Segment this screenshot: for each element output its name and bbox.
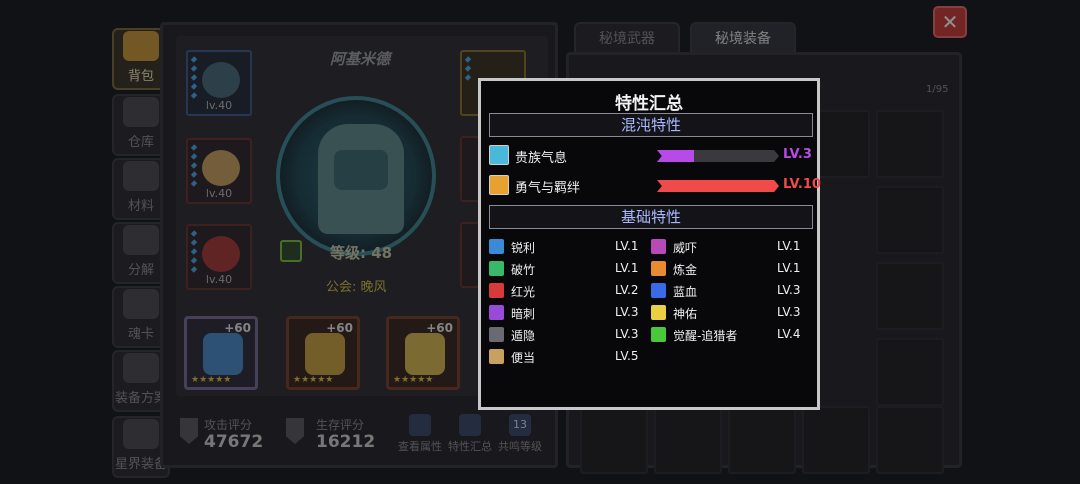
trait-name: 破竹 bbox=[511, 263, 536, 277]
trait-icon bbox=[489, 305, 504, 320]
trait-name: 锐利 bbox=[511, 241, 536, 255]
trait-level: LV.4 bbox=[777, 327, 801, 341]
trait-icon bbox=[651, 239, 666, 254]
trait-level: LV.3 bbox=[615, 305, 639, 319]
basic-trait-row[interactable]: 遁隐 LV.3 bbox=[489, 325, 649, 345]
basic-trait-row[interactable]: 觉醒-追猎者 LV.4 bbox=[651, 325, 811, 345]
trait-name: 暗刺 bbox=[511, 307, 536, 321]
trait-icon bbox=[489, 239, 504, 254]
basic-trait-row[interactable]: 红光 LV.2 bbox=[489, 281, 649, 301]
trait-level: LV.10 bbox=[783, 177, 821, 192]
trait-name: 红光 bbox=[511, 285, 536, 299]
trait-icon bbox=[489, 349, 504, 364]
trait-name: 贵族气息 bbox=[515, 151, 568, 166]
basic-trait-row[interactable]: 神佑 LV.3 bbox=[651, 303, 811, 323]
trait-summary-popup: 特性汇总 混沌特性 贵族气息 LV.3 勇气与羁绊 LV.10 基础特性 锐利 LV.1… bbox=[478, 78, 821, 410]
chaos-traits-header: 混沌特性 bbox=[489, 113, 813, 137]
popup-title: 特性汇总 bbox=[615, 94, 683, 114]
chaos-trait-row[interactable]: 勇气与羁绊 LV.10 bbox=[489, 174, 821, 198]
trait-level: LV.1 bbox=[615, 261, 639, 275]
trait-name: 勇气与羁绊 bbox=[515, 181, 581, 196]
basic-trait-row[interactable]: 破竹 LV.1 bbox=[489, 259, 649, 279]
basic-trait-row[interactable]: 便当 LV.5 bbox=[489, 347, 649, 367]
trait-icon bbox=[489, 175, 509, 195]
trait-level: LV.1 bbox=[777, 239, 801, 253]
trait-level: LV.1 bbox=[615, 239, 639, 253]
trait-icon bbox=[651, 305, 666, 320]
trait-level: LV.3 bbox=[783, 147, 812, 162]
trait-name: 便当 bbox=[511, 351, 536, 365]
basic-trait-row[interactable]: 锐利 LV.1 bbox=[489, 237, 649, 257]
trait-icon bbox=[651, 283, 666, 298]
trait-progress-bar bbox=[657, 180, 779, 192]
trait-icon bbox=[651, 327, 666, 342]
trait-progress-bar bbox=[657, 150, 779, 162]
basic-trait-row[interactable]: 暗刺 LV.3 bbox=[489, 303, 649, 323]
trait-level: LV.2 bbox=[615, 283, 639, 297]
trait-name: 遁隐 bbox=[511, 329, 536, 343]
trait-icon bbox=[651, 261, 666, 276]
trait-icon bbox=[489, 327, 504, 342]
trait-icon bbox=[489, 261, 504, 276]
trait-name: 觉醒-追猎者 bbox=[673, 329, 738, 343]
trait-progress-fill bbox=[657, 150, 694, 162]
trait-icon bbox=[489, 283, 504, 298]
trait-level: LV.3 bbox=[777, 305, 801, 319]
trait-level: LV.5 bbox=[615, 349, 639, 363]
basic-trait-row[interactable]: 炼金 LV.1 bbox=[651, 259, 811, 279]
trait-level: LV.3 bbox=[777, 283, 801, 297]
trait-name: 威吓 bbox=[673, 241, 698, 255]
trait-icon bbox=[489, 145, 509, 165]
trait-level: LV.3 bbox=[615, 327, 639, 341]
trait-name: 蓝血 bbox=[673, 285, 698, 299]
basic-traits-header: 基础特性 bbox=[489, 205, 813, 229]
basic-trait-row[interactable]: 威吓 LV.1 bbox=[651, 237, 811, 257]
trait-level: LV.1 bbox=[777, 261, 801, 275]
trait-name: 神佑 bbox=[673, 307, 698, 321]
chaos-trait-row[interactable]: 贵族气息 LV.3 bbox=[489, 144, 815, 168]
trait-progress-fill bbox=[657, 180, 779, 192]
trait-name: 炼金 bbox=[673, 263, 698, 277]
basic-trait-row[interactable]: 蓝血 LV.3 bbox=[651, 281, 811, 301]
